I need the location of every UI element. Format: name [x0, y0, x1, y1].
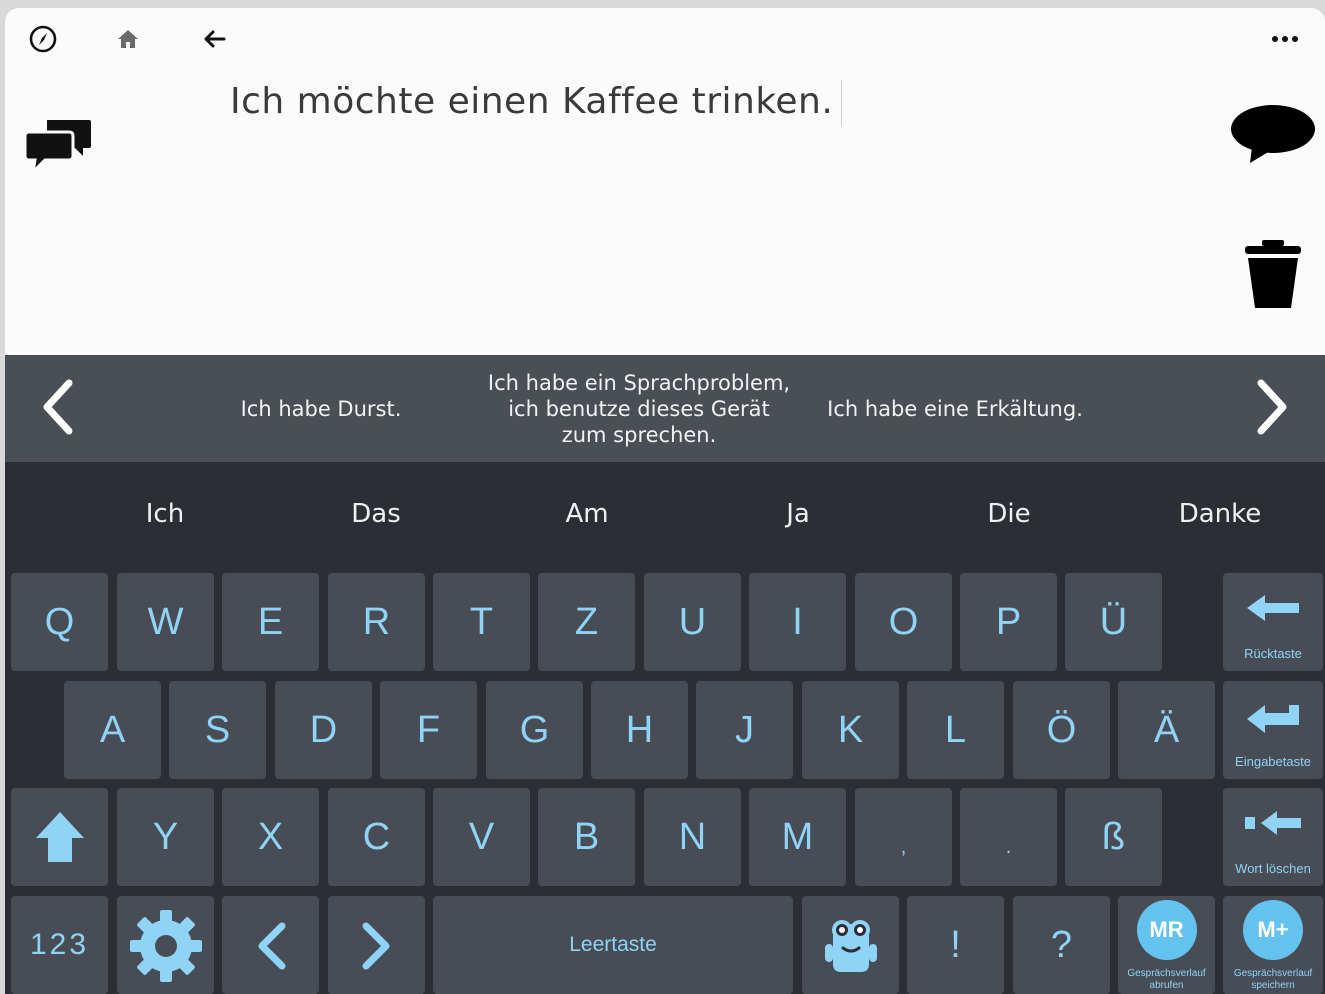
mplus-badge: M+: [1243, 900, 1303, 960]
phrase-item[interactable]: Ich habe eine Erkältung.: [805, 355, 1105, 462]
key-b[interactable]: B: [538, 788, 635, 886]
key-ue[interactable]: Ü: [1065, 573, 1162, 671]
delete-word-label: Wort löschen: [1235, 861, 1311, 876]
key-x[interactable]: X: [222, 788, 319, 886]
key-h[interactable]: H: [591, 681, 688, 779]
message-text-field[interactable]: Ich möchte einen Kaffee trinken.: [230, 80, 1225, 140]
key-s[interactable]: S: [169, 681, 266, 779]
gear-icon: [117, 906, 214, 986]
mplus-badge-wrap: M+: [1223, 900, 1323, 960]
recall-history-label: Gesprächsverlauf abrufen: [1127, 968, 1206, 991]
back-arrow-icon[interactable]: [197, 22, 231, 56]
enter-label: Eingabetaste: [1235, 754, 1311, 769]
key-n[interactable]: N: [644, 788, 741, 886]
key-g[interactable]: G: [486, 681, 583, 779]
phrase-prev-button[interactable]: [27, 375, 87, 439]
key-d[interactable]: D: [275, 681, 372, 779]
key-ae[interactable]: Ä: [1118, 681, 1215, 779]
enter-icon: [1223, 701, 1323, 733]
key-w[interactable]: W: [117, 573, 214, 671]
delete-word-icon: [1223, 808, 1323, 838]
backspace-icon: [1223, 593, 1323, 623]
mr-badge-wrap: MR: [1118, 900, 1215, 960]
shift-icon: [11, 810, 108, 864]
top-bar: [5, 8, 1325, 68]
app-window: Ich möchte einen Kaffee trinken. Ich hab…: [5, 8, 1325, 994]
phrase-item[interactable]: Ich habe ein Sprachproblem, ich benutze …: [485, 355, 793, 462]
monster-avatar-icon: [802, 916, 899, 976]
key-t[interactable]: T: [433, 573, 530, 671]
key-comma[interactable]: ,: [855, 788, 952, 886]
backspace-key[interactable]: Rücktaste: [1223, 573, 1323, 671]
prediction-item[interactable]: Ich: [60, 462, 270, 566]
key-k[interactable]: K: [802, 681, 899, 779]
space-key[interactable]: Leertaste: [433, 896, 793, 994]
prediction-item[interactable]: Danke: [1115, 462, 1325, 566]
prediction-item[interactable]: Das: [271, 462, 481, 566]
delete-word-key[interactable]: Wort löschen: [1223, 788, 1323, 886]
message-text: Ich möchte einen Kaffee trinken.: [230, 81, 834, 122]
key-l[interactable]: L: [907, 681, 1004, 779]
question-key[interactable]: ?: [1013, 896, 1110, 994]
recall-history-key[interactable]: MR Gesprächsverlauf abrufen: [1118, 896, 1215, 994]
avatar-key[interactable]: [802, 896, 899, 994]
chevron-left-icon: [222, 922, 319, 970]
key-oe[interactable]: Ö: [1013, 681, 1110, 779]
key-period[interactable]: .: [960, 788, 1057, 886]
prediction-item[interactable]: Ja: [693, 462, 903, 566]
numbers-key[interactable]: 123: [11, 896, 108, 994]
enter-key[interactable]: Eingabetaste: [1223, 681, 1323, 779]
key-u[interactable]: U: [644, 573, 741, 671]
backspace-label: Rücktaste: [1244, 646, 1302, 661]
mr-badge: MR: [1136, 900, 1197, 960]
phrase-item[interactable]: Ich habe Durst.: [201, 355, 441, 462]
key-v[interactable]: V: [433, 788, 530, 886]
phrase-next-button[interactable]: [1243, 375, 1303, 439]
cursor-right-key[interactable]: [328, 896, 425, 994]
key-r[interactable]: R: [328, 573, 425, 671]
key-q[interactable]: Q: [11, 573, 108, 671]
keyboard: Ich Das Am Ja Die Danke Q W E R T Z U I …: [5, 462, 1325, 994]
more-icon[interactable]: [1268, 22, 1302, 56]
trash-icon[interactable]: [1243, 238, 1303, 314]
settings-key[interactable]: [117, 896, 214, 994]
text-cursor: [841, 80, 843, 126]
key-o[interactable]: O: [855, 573, 952, 671]
save-history-label: Gesprächsverlauf speichern: [1233, 968, 1313, 991]
key-z[interactable]: Z: [538, 573, 635, 671]
phrase-bar: Ich habe Durst. Ich habe ein Sprachprobl…: [5, 355, 1325, 462]
prediction-item[interactable]: Am: [482, 462, 692, 566]
compass-icon[interactable]: [26, 22, 60, 56]
key-c[interactable]: C: [328, 788, 425, 886]
exclamation-key[interactable]: !: [907, 896, 1004, 994]
key-i[interactable]: I: [749, 573, 846, 671]
shift-key[interactable]: [11, 788, 108, 886]
chevron-right-icon: [328, 922, 425, 970]
conversation-icon[interactable]: [23, 118, 93, 178]
prediction-item[interactable]: Die: [904, 462, 1114, 566]
key-j[interactable]: J: [696, 681, 793, 779]
cursor-left-key[interactable]: [222, 896, 319, 994]
key-y[interactable]: Y: [117, 788, 214, 886]
key-a[interactable]: A: [64, 681, 161, 779]
speak-bubble-icon[interactable]: [1230, 103, 1316, 169]
key-e[interactable]: E: [222, 573, 319, 671]
key-f[interactable]: F: [380, 681, 477, 779]
key-p[interactable]: P: [960, 573, 1057, 671]
home-icon[interactable]: [111, 22, 145, 56]
key-m[interactable]: M: [749, 788, 846, 886]
save-history-key[interactable]: M+ Gesprächsverlauf speichern: [1223, 896, 1323, 994]
key-eszett[interactable]: ß: [1065, 788, 1162, 886]
